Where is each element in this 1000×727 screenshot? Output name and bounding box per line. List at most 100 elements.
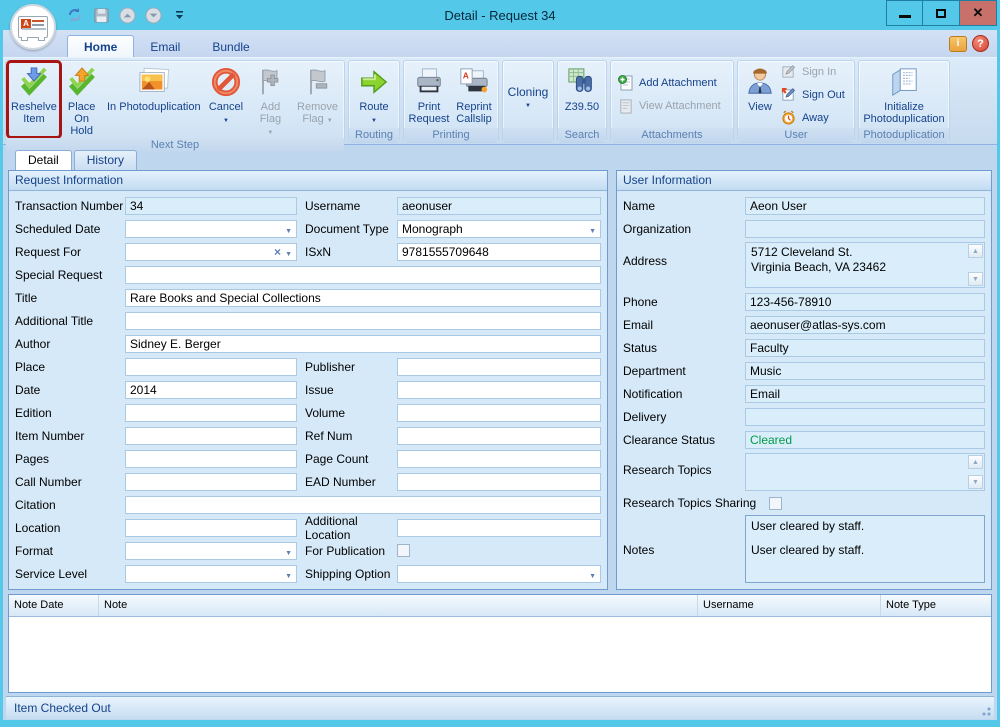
sign-in-label: Sign In [802, 65, 837, 78]
sign-out-icon [780, 87, 797, 103]
cloning-button[interactable]: Cloning [505, 83, 552, 106]
app-menu-button[interactable]: A [10, 4, 56, 50]
detail-request-window: A Detail - Request 34 ✕ Home Email Bundl… [0, 0, 1000, 727]
author-field[interactable]: Sidney E. Berger [125, 334, 601, 353]
department-label: Department [623, 363, 686, 378]
remove-flag-button: Remove Flag [293, 62, 342, 137]
location-field[interactable] [125, 518, 297, 537]
tab-bundle[interactable]: Bundle [196, 36, 265, 57]
sign-out-button[interactable]: Sign Out [780, 87, 845, 103]
edition-field[interactable] [125, 403, 297, 422]
place-field[interactable] [125, 357, 297, 376]
tab-detail[interactable]: Detail [15, 150, 72, 170]
cancel-button[interactable]: Cancel [204, 62, 248, 137]
title-bar[interactable]: A Detail - Request 34 ✕ [0, 0, 1000, 50]
item-number-label: Item Number [15, 428, 85, 443]
for-publication-checkbox[interactable] [397, 544, 410, 557]
dropdown-arrow-icon [589, 567, 596, 581]
z3950-button[interactable]: Z39.50 [560, 62, 604, 127]
volume-field[interactable] [397, 403, 601, 422]
delivery-field [745, 407, 985, 426]
z3950-label: Z39.50 [564, 101, 600, 113]
place-on-hold-button[interactable]: Place On Hold [60, 62, 104, 137]
page-count-field[interactable] [397, 449, 601, 468]
maximize-button[interactable] [923, 0, 960, 26]
ribbon-group-user: View Sign In Sign Out Away User [737, 60, 855, 143]
view-user-icon [743, 65, 777, 99]
ead-number-field[interactable] [397, 472, 601, 491]
cloning-dropdown-icon[interactable] [525, 98, 531, 106]
minimize-button[interactable] [886, 0, 923, 26]
column-header-note[interactable]: Note [99, 595, 698, 616]
document-type-label: Document Type [305, 221, 389, 236]
help-icon[interactable]: ? [972, 35, 989, 52]
isxn-field[interactable]: 9781555709648 [397, 242, 601, 261]
reshelve-item-button[interactable]: Reshelve Item [6, 60, 62, 139]
address-scrollbar[interactable]: ▲ ▼ [968, 244, 983, 286]
phone-label: Phone [623, 294, 658, 309]
away-button[interactable]: Away [780, 110, 845, 126]
notes-table-body[interactable] [9, 617, 991, 692]
service-level-field[interactable] [125, 564, 297, 583]
print-request-button[interactable]: Print Request [406, 62, 452, 127]
scroll-up-icon: ▲ [968, 455, 983, 469]
route-button[interactable]: Route [351, 62, 397, 127]
research-topics-sharing-checkbox[interactable] [769, 496, 782, 510]
route-dropdown-icon[interactable] [371, 113, 377, 121]
cancel-icon [209, 65, 243, 99]
ref-num-field[interactable] [397, 426, 601, 445]
close-button[interactable]: ✕ [960, 0, 997, 26]
resize-grip-icon[interactable] [979, 704, 991, 716]
place-label: Place [15, 359, 46, 374]
document-type-field[interactable]: Monograph [397, 219, 601, 238]
away-icon [780, 110, 797, 126]
maximize-icon [936, 8, 946, 18]
column-header-username[interactable]: Username [698, 595, 881, 616]
cancel-dropdown-icon[interactable] [223, 113, 229, 121]
publisher-field[interactable] [397, 357, 601, 376]
research-topics-scrollbar[interactable]: ▲ ▼ [968, 455, 983, 489]
view-user-button[interactable]: View [740, 62, 780, 127]
status-text: Item Checked Out [14, 701, 111, 715]
in-photoduplication-button[interactable]: In Photoduplication [103, 62, 204, 137]
reshelve-item-label: Reshelve Item [11, 101, 57, 125]
column-header-note-date[interactable]: Note Date [9, 595, 99, 616]
email-label: Email [623, 317, 654, 332]
add-attachment-button[interactable]: Add Attachment [617, 75, 721, 91]
notes-label: Notes [623, 543, 655, 557]
shipping-option-field[interactable] [397, 564, 601, 583]
tab-email[interactable]: Email [134, 36, 196, 57]
feedback-icon[interactable]: i [949, 35, 967, 52]
tab-history[interactable]: History [73, 150, 138, 170]
request-for-field[interactable]: × [125, 242, 297, 261]
reprint-callslip-icon: A [457, 65, 491, 99]
additional-title-field[interactable] [125, 311, 601, 330]
issue-field[interactable] [397, 380, 601, 399]
research-topics-field: ▲ ▼ [745, 453, 985, 491]
call-number-field[interactable] [125, 472, 297, 491]
reprint-callslip-button[interactable]: A Reprint Callslip [452, 62, 496, 127]
add-flag-label: Add Flag [259, 101, 282, 125]
format-field[interactable] [125, 541, 297, 560]
ribbon-tab-row: Home Email Bundle i ? [3, 30, 997, 57]
additional-location-field[interactable] [397, 518, 601, 537]
initialize-photoduplication-label: Initialize Photoduplication [863, 101, 945, 125]
group-caption-printing: Printing [404, 128, 498, 142]
title-label: Title [15, 290, 38, 305]
service-level-label: Service Level [15, 566, 88, 581]
cancel-label: Cancel [208, 101, 244, 113]
route-label: Route [359, 101, 389, 113]
initialize-photoduplication-button[interactable]: Initialize Photoduplication [860, 62, 947, 127]
item-number-field[interactable] [125, 426, 297, 445]
title-field[interactable]: Rare Books and Special Collections [125, 288, 601, 307]
pages-field[interactable] [125, 449, 297, 468]
citation-field[interactable] [125, 495, 601, 514]
clear-icon[interactable]: × [274, 245, 281, 259]
special-request-field[interactable] [125, 265, 601, 284]
sign-in-button: Sign In [780, 64, 845, 80]
date-field[interactable]: 2014 [125, 380, 297, 399]
column-header-note-type[interactable]: Note Type [881, 595, 991, 616]
scroll-down-icon: ▼ [968, 272, 983, 286]
scheduled-date-field[interactable] [125, 219, 297, 238]
tab-home[interactable]: Home [67, 35, 135, 57]
